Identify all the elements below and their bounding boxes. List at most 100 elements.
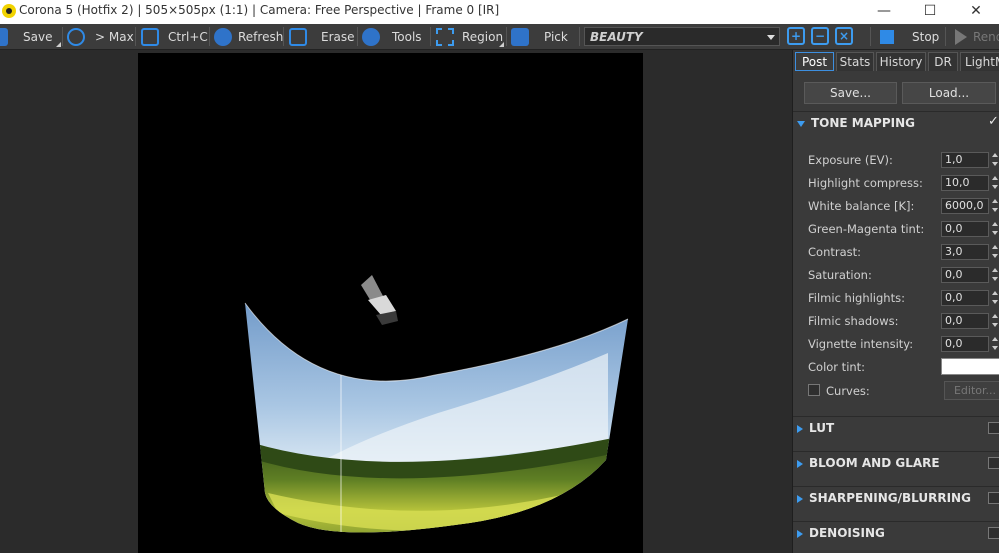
param-filmic-shadows: Filmic shadows: 0,0 bbox=[808, 311, 998, 331]
denoising-checkbox[interactable] bbox=[988, 527, 999, 539]
highlight-compress-spinner[interactable] bbox=[992, 175, 999, 191]
zoom-fit-button[interactable]: × bbox=[835, 27, 853, 45]
save-options-corner[interactable] bbox=[56, 42, 61, 47]
max-logo-icon bbox=[67, 27, 85, 46]
tools-button[interactable]: Tools bbox=[362, 25, 422, 48]
section-sharpening-blurring[interactable]: SHARPENING/BLURRING bbox=[797, 487, 999, 509]
refresh-icon bbox=[214, 27, 232, 46]
tab-stats[interactable]: Stats bbox=[836, 52, 874, 71]
section-lut[interactable]: LUT bbox=[797, 417, 999, 439]
pick-button[interactable]: Pick bbox=[511, 25, 568, 48]
load-preset-button[interactable]: Load... bbox=[902, 82, 996, 104]
save-icon bbox=[0, 27, 8, 46]
maximize-button[interactable]: ☐ bbox=[907, 0, 953, 24]
toolbar-separator bbox=[357, 27, 358, 46]
erase-button[interactable]: Erase bbox=[289, 25, 355, 48]
param-contrast: Contrast: 3,0 bbox=[808, 242, 998, 262]
white-balance-spinner[interactable] bbox=[992, 198, 999, 214]
section-bloom-and-glare[interactable]: BLOOM AND GLARE bbox=[797, 452, 999, 474]
stop-button[interactable]: Stop bbox=[880, 25, 939, 48]
exposure-input[interactable]: 1,0 bbox=[941, 152, 989, 168]
section-tone-mapping[interactable]: TONE MAPPING ✓ bbox=[797, 112, 999, 134]
gear-icon bbox=[362, 27, 380, 46]
color-tint-swatch[interactable] bbox=[941, 358, 999, 375]
expand-right-icon bbox=[797, 459, 803, 468]
zoom-out-button[interactable]: − bbox=[811, 27, 829, 45]
toolbar-separator bbox=[430, 27, 431, 46]
toolbar-separator bbox=[209, 27, 210, 46]
send-to-max-button[interactable]: > Max bbox=[67, 25, 134, 48]
minimize-button[interactable]: — bbox=[861, 0, 907, 24]
render-button[interactable]: Render bbox=[955, 25, 999, 48]
render-image[interactable] bbox=[138, 53, 643, 553]
bloom-glare-checkbox[interactable] bbox=[988, 457, 999, 469]
stop-icon bbox=[880, 29, 894, 44]
curves-editor-button[interactable]: Editor... bbox=[944, 381, 999, 400]
toolbar-separator bbox=[135, 27, 136, 46]
param-color-tint: Color tint: bbox=[808, 357, 999, 377]
param-exposure: Exposure (EV): 1,0 bbox=[808, 150, 998, 170]
expand-right-icon bbox=[797, 494, 803, 503]
param-curves: Curves: Editor... bbox=[808, 381, 999, 401]
close-button[interactable]: ✕ bbox=[953, 0, 999, 24]
panel-tabs: Post Stats History DR LightMix bbox=[793, 52, 999, 72]
exposure-spinner[interactable] bbox=[992, 152, 999, 168]
toolbar-separator bbox=[945, 27, 946, 46]
filmic-highlights-input[interactable]: 0,0 bbox=[941, 290, 989, 306]
filmic-shadows-spinner[interactable] bbox=[992, 313, 999, 329]
region-select-icon bbox=[436, 27, 454, 46]
corona-logo-icon bbox=[2, 4, 16, 18]
tab-lightmix[interactable]: LightMix bbox=[960, 52, 999, 71]
render-pass-select[interactable]: BEAUTY bbox=[584, 27, 780, 46]
hand-pointer-icon bbox=[511, 27, 529, 46]
copy-button[interactable]: Ctrl+C bbox=[141, 25, 208, 48]
filmic-highlights-spinner[interactable] bbox=[992, 290, 999, 306]
clipboard-icon bbox=[141, 27, 159, 46]
filmic-shadows-input[interactable]: 0,0 bbox=[941, 313, 989, 329]
refresh-button[interactable]: Refresh bbox=[214, 25, 283, 48]
title-bar: Corona 5 (Hotfix 2) | 505×505px (1:1) | … bbox=[0, 0, 999, 24]
param-white-balance: White balance [K]: 6000,0 bbox=[808, 196, 998, 216]
saturation-input[interactable]: 0,0 bbox=[941, 267, 989, 283]
white-balance-input[interactable]: 6000,0 bbox=[941, 198, 989, 214]
region-button[interactable]: Region bbox=[436, 25, 503, 48]
toolbar-separator bbox=[579, 27, 580, 46]
toolbar-separator bbox=[506, 27, 507, 46]
erase-x-icon bbox=[289, 27, 307, 46]
toolbar-separator bbox=[870, 27, 871, 46]
chevron-down-icon bbox=[767, 35, 775, 40]
expand-right-icon bbox=[797, 529, 803, 538]
param-highlight-compress: Highlight compress: 10,0 bbox=[808, 173, 998, 193]
toolbar-separator bbox=[283, 27, 284, 46]
save-preset-button[interactable]: Save... bbox=[804, 82, 897, 104]
window-title: Corona 5 (Hotfix 2) | 505×505px (1:1) | … bbox=[19, 3, 500, 17]
vignette-intensity-input[interactable]: 0,0 bbox=[941, 336, 989, 352]
highlight-compress-input[interactable]: 10,0 bbox=[941, 175, 989, 191]
green-magenta-tint-input[interactable]: 0,0 bbox=[941, 221, 989, 237]
tab-post[interactable]: Post bbox=[795, 52, 834, 71]
tab-history[interactable]: History bbox=[876, 52, 926, 71]
saturation-spinner[interactable] bbox=[992, 267, 999, 283]
light-object bbox=[361, 275, 398, 325]
play-icon bbox=[955, 28, 967, 45]
param-green-magenta-tint: Green-Magenta tint: 0,0 bbox=[808, 219, 998, 239]
contrast-spinner[interactable] bbox=[992, 244, 999, 260]
expand-right-icon bbox=[797, 424, 803, 433]
param-saturation: Saturation: 0,0 bbox=[808, 265, 998, 285]
tone-mapping-checkbox[interactable]: ✓ bbox=[988, 115, 999, 128]
region-options-corner[interactable] bbox=[499, 42, 504, 47]
green-magenta-tint-spinner[interactable] bbox=[992, 221, 999, 237]
tab-dr[interactable]: DR bbox=[928, 52, 958, 71]
section-denoising[interactable]: DENOISING bbox=[797, 522, 999, 544]
rendered-scene-image bbox=[244, 275, 629, 533]
vignette-intensity-spinner[interactable] bbox=[992, 336, 999, 352]
save-button[interactable]: Save bbox=[0, 25, 52, 48]
param-filmic-highlights: Filmic highlights: 0,0 bbox=[808, 288, 998, 308]
post-panel: Post Stats History DR LightMix Save... L… bbox=[792, 50, 999, 553]
contrast-input[interactable]: 3,0 bbox=[941, 244, 989, 260]
param-vignette-intensity: Vignette intensity: 0,0 bbox=[808, 334, 998, 354]
zoom-in-button[interactable]: + bbox=[787, 27, 805, 45]
sharpening-blurring-checkbox[interactable] bbox=[988, 492, 999, 504]
curves-checkbox[interactable] bbox=[808, 384, 820, 396]
lut-checkbox[interactable] bbox=[988, 422, 999, 434]
